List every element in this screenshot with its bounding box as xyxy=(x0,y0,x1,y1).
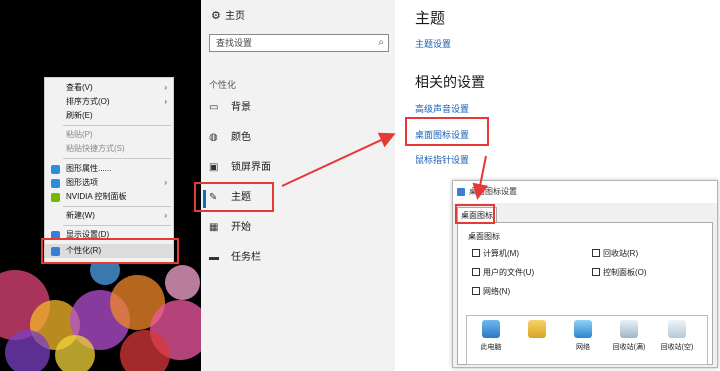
bokeh-decoration xyxy=(55,335,95,371)
home-label: 主页 xyxy=(225,11,245,22)
menu-item-refresh[interactable]: 刷新(E) xyxy=(45,109,173,123)
sidebar-item-label: 开始 xyxy=(231,222,251,233)
checkbox-recycle-bin[interactable]: 回收站(R) xyxy=(592,249,638,259)
menu-item-label: 刷新(E) xyxy=(66,111,93,120)
recycle-bin-full-icon xyxy=(620,320,638,338)
intel-graphics-icon xyxy=(51,179,60,188)
advanced-sound-settings-link[interactable]: 高级声音设置 xyxy=(415,102,469,115)
bokeh-decoration xyxy=(5,330,50,371)
menu-separator xyxy=(63,206,171,207)
menu-item-label: 粘贴快捷方式(S) xyxy=(66,144,125,153)
sidebar-item-label: 颜色 xyxy=(231,132,251,143)
menu-separator xyxy=(63,125,171,126)
menu-item-new[interactable]: 新建(W) › xyxy=(45,209,173,223)
checkbox-label: 回收站(R) xyxy=(603,249,639,258)
gear-icon: ⚙ xyxy=(211,10,221,22)
checkbox-label: 网络(N) xyxy=(483,287,511,296)
menu-item-label: 粘贴(P) xyxy=(66,130,93,139)
section-label-personalization: 个性化 xyxy=(209,80,237,90)
highlight-box-desktop-icon-settings xyxy=(405,117,489,146)
icon-label: 回收站(满) xyxy=(612,344,646,351)
menu-item-label: 新建(W) xyxy=(66,211,95,220)
highlight-box-themes xyxy=(194,182,274,212)
checkbox-control-panel[interactable]: 控制面板(O) xyxy=(592,268,647,278)
chevron-right-icon: › xyxy=(164,211,167,220)
highlight-box-personalize xyxy=(41,238,179,264)
home-nav-item[interactable]: ⚙ 主页 xyxy=(211,7,245,22)
search-icon: ⌕ xyxy=(378,37,384,48)
checkbox-box xyxy=(472,249,480,257)
icon-label: 网络 xyxy=(576,344,590,351)
icon-label: 回收站(空) xyxy=(660,344,694,351)
checkbox-box xyxy=(592,249,600,257)
sidebar-item-label: 锁屏界面 xyxy=(231,162,271,173)
intel-graphics-icon xyxy=(51,165,60,174)
user-folder-icon xyxy=(528,320,546,338)
highlight-box-desktop-icons-tab xyxy=(455,204,495,224)
sidebar-item-taskbar[interactable]: ▬ 任务栏 xyxy=(209,248,389,268)
search-input[interactable]: 查找设置 ⌕ xyxy=(209,34,389,52)
checkbox-label: 计算机(M) xyxy=(483,249,519,258)
checkbox-box xyxy=(472,268,480,276)
chevron-right-icon: › xyxy=(164,83,167,92)
dialog-titlebar: 桌面图标设置 xyxy=(453,181,717,203)
recycle-bin-empty-icon xyxy=(668,320,686,338)
checkbox-label: 控制面板(O) xyxy=(603,268,647,277)
menu-item-graphics-options[interactable]: 图形选项 › xyxy=(45,176,173,190)
checkbox-computer[interactable]: 计算机(M) xyxy=(472,249,519,259)
menu-item-paste-shortcut[interactable]: 粘贴快捷方式(S) xyxy=(45,142,173,156)
chevron-right-icon: › xyxy=(164,97,167,106)
sidebar-item-background[interactable]: ▭ 背景 xyxy=(209,98,389,118)
dialog-app-icon xyxy=(457,188,465,196)
group-label: 桌面图标 xyxy=(468,232,500,241)
sidebar-item-start[interactable]: ▦ 开始 xyxy=(209,218,389,238)
checkbox-label: 用户的文件(U) xyxy=(483,268,535,277)
mouse-pointer-settings-link[interactable]: 鼠标指针设置 xyxy=(415,153,469,166)
sidebar-item-label: 任务栏 xyxy=(231,252,261,263)
menu-item-label: 排序方式(O) xyxy=(66,97,110,106)
checkbox-box xyxy=(472,287,480,295)
grid-icon: ▦ xyxy=(209,222,219,233)
desktop-icon-item[interactable]: 回收站(空) xyxy=(655,320,699,352)
dialog-title: 桌面图标设置 xyxy=(469,187,517,196)
desktop-icon-item[interactable] xyxy=(515,320,559,342)
picture-icon: ▭ xyxy=(209,102,219,113)
menu-item-nvidia-control-panel[interactable]: NVIDIA 控制面板 xyxy=(45,190,173,204)
menu-item-label: 图形选项 xyxy=(66,178,98,187)
related-settings-heading: 相关的设置 xyxy=(415,74,485,90)
checkbox-user-files[interactable]: 用户的文件(U) xyxy=(472,268,534,278)
bokeh-decoration xyxy=(165,265,200,300)
chevron-right-icon: › xyxy=(164,178,167,187)
menu-separator xyxy=(63,158,171,159)
taskbar-icon: ▬ xyxy=(209,252,219,263)
nvidia-icon xyxy=(51,193,60,202)
icon-preview-list: 此电脑 网络 回收站(满) 回收站(空) xyxy=(466,315,708,365)
menu-item-label: 查看(V) xyxy=(66,83,93,92)
checkbox-box xyxy=(592,268,600,276)
sidebar-item-lockscreen[interactable]: ▣ 锁屏界面 xyxy=(209,158,389,178)
menu-item-view[interactable]: 查看(V) › xyxy=(45,81,173,95)
menu-item-paste[interactable]: 粘贴(P) xyxy=(45,128,173,142)
menu-item-label: 图形属性...... xyxy=(66,164,112,173)
page-title: 主题 xyxy=(415,10,446,27)
lockscreen-icon: ▣ xyxy=(209,162,219,173)
dialog-panel: 桌面图标 计算机(M) 回收站(R) 用户的文件(U) 控制面板(O) 网络(N… xyxy=(457,222,713,365)
sidebar-item-label: 背景 xyxy=(231,102,251,113)
desktop-icon-item[interactable]: 网络 xyxy=(561,320,605,352)
desktop-context-menu: 查看(V) › 排序方式(O) › 刷新(E) 粘贴(P) 粘贴快捷方式(S) 图形… xyxy=(44,77,174,263)
computer-icon xyxy=(482,320,500,338)
theme-settings-link[interactable]: 主题设置 xyxy=(415,37,451,50)
menu-item-sort[interactable]: 排序方式(O) › xyxy=(45,95,173,109)
desktop-icon-item[interactable]: 此电脑 xyxy=(469,320,513,352)
menu-item-graphics-properties[interactable]: 图形属性...... xyxy=(45,162,173,176)
sidebar-item-colors[interactable]: ◍ 颜色 xyxy=(209,128,389,148)
menu-separator xyxy=(63,225,171,226)
search-placeholder: 查找设置 xyxy=(216,38,253,48)
palette-icon: ◍ xyxy=(209,132,218,143)
desktop-icon-item[interactable]: 回收站(满) xyxy=(607,320,651,352)
menu-item-label: NVIDIA 控制面板 xyxy=(66,192,127,201)
network-icon xyxy=(574,320,592,338)
icon-label: 此电脑 xyxy=(480,344,502,351)
checkbox-network[interactable]: 网络(N) xyxy=(472,287,510,297)
